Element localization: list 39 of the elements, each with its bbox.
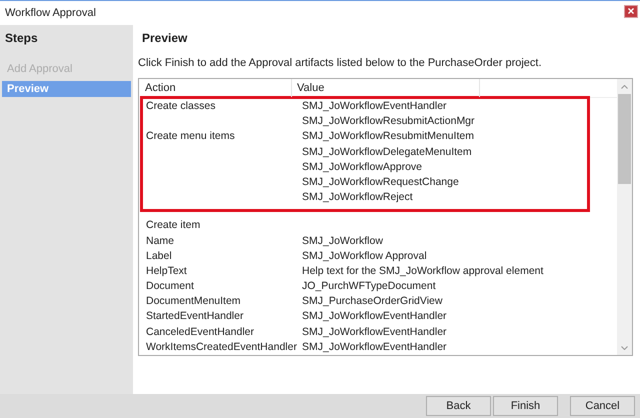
action-cell-text: Label bbox=[145, 248, 173, 264]
action-cell-text: StartedEventHandler bbox=[145, 309, 244, 324]
value-cell-text: SMJ_PurchaseOrderGridView bbox=[301, 294, 442, 310]
action-cell-text: CanceledEventHandler bbox=[145, 324, 255, 340]
action-cell-text: DocumentMenuItem bbox=[145, 294, 242, 310]
value-cell-text: SMJ_JoWorkflowRequestChange bbox=[301, 174, 459, 190]
window-title: Workflow Approval bbox=[5, 7, 96, 19]
scroll-thumb[interactable] bbox=[618, 94, 631, 184]
action-cell-text: HelpText bbox=[145, 264, 188, 279]
action-cell-text: Name bbox=[145, 234, 176, 248]
close-icon bbox=[628, 8, 634, 14]
value-cell-text: JO_PurchWFTypeDocument bbox=[301, 279, 436, 294]
value-cell-text: SMJ_JoWorkflow Approval bbox=[301, 248, 427, 264]
value-cell-text: SMJ_JoWorkflowReject bbox=[301, 190, 413, 206]
value-cell-text: SMJ_JoWorkflowDelegateMenuItem bbox=[301, 144, 472, 160]
description-text: Click Finish to add the Approval artifacts listed below to the PurchaseOrder project. bbox=[138, 57, 543, 69]
column-header[interactable]: Value bbox=[292, 79, 480, 97]
action-cell-text: Document bbox=[145, 279, 195, 294]
value-cell-text: Help text for the SMJ_JoWorkflow approval element bbox=[301, 264, 544, 279]
page-title: Preview bbox=[141, 31, 188, 45]
value-cell-text: SMJ_JoWorkflowEventHandler bbox=[301, 309, 447, 324]
value-cell-text: SMJ_JoWorkflowResubmitMenuItem bbox=[301, 129, 474, 144]
action-cell-text: Create classes bbox=[145, 99, 216, 114]
value-cell-text: SMJ_JoWorkflowApprove bbox=[301, 160, 422, 175]
action-cell-text: Create menu items bbox=[145, 129, 236, 144]
dialog-button[interactable]: Back bbox=[426, 396, 491, 416]
value-cell-text: SMJ_JoWorkflowEventHandler bbox=[301, 324, 447, 340]
sidebar-title: Steps bbox=[4, 31, 39, 45]
close-button[interactable] bbox=[624, 4, 638, 18]
value-cell-text: SMJ_JoWorkflowEventHandler bbox=[301, 99, 447, 114]
dialog-button[interactable]: Cancel bbox=[570, 396, 635, 416]
dialog-button[interactable]: Finish bbox=[493, 396, 558, 416]
column-header[interactable]: Action bbox=[140, 79, 292, 97]
value-cell-text: SMJ_JoWorkflowResubmitActionMgr bbox=[301, 114, 475, 130]
action-cell-text: WorkItemsCreatedEventHandler bbox=[145, 340, 298, 355]
action-cell-text: Create item bbox=[145, 218, 202, 234]
value-cell-text: SMJ_JoWorkflowEventHandler bbox=[301, 340, 447, 355]
scrollbar[interactable] bbox=[617, 79, 632, 355]
value-cell-text: SMJ_JoWorkflow bbox=[301, 234, 383, 248]
